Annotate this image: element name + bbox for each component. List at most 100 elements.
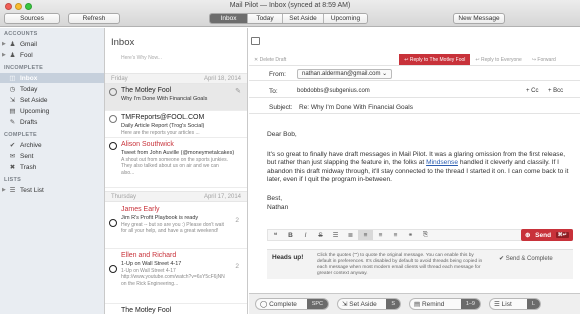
align-right-icon[interactable]: ≡: [388, 232, 403, 239]
chevron-down-icon: ⌄: [382, 71, 388, 77]
sidebar-item-gmail[interactable]: ▶ ♟ Gmail: [0, 39, 104, 49]
subject-field[interactable]: Re: Why I'm Done With Financial Goals: [299, 104, 413, 111]
clock-icon: ◷: [9, 86, 16, 93]
set-aside-icon: ⇲: [9, 97, 16, 104]
list-item-from: The Motley Fool: [121, 307, 172, 314]
list-button[interactable]: ☰ List L: [489, 298, 541, 310]
checkmark-icon: ✔: [9, 142, 16, 149]
sidebar-item-inbox[interactable]: ◫ Inbox: [0, 73, 104, 83]
complete-circle-icon[interactable]: [109, 142, 117, 150]
send-complete-checkbox[interactable]: ✔ Send & Complete: [499, 255, 553, 262]
reply-button[interactable]: ↩ Reply to The Motley Fool: [399, 54, 471, 65]
tab-inbox[interactable]: Inbox: [210, 14, 248, 23]
complete-circle-icon[interactable]: [109, 219, 117, 227]
sidebar-item-trash[interactable]: ✖ Trash: [0, 162, 104, 172]
sidebar-item-today[interactable]: ◷ Today: [0, 84, 104, 94]
tip-banner: Heads up! Click the quotes (“”) to quote…: [267, 249, 573, 279]
compose-pane: ✕ Delete Draft ↩ Reply to The Motley Foo…: [249, 28, 580, 314]
align-left-icon[interactable]: ≡: [358, 230, 373, 240]
numbered-list-icon[interactable]: ≣: [343, 231, 358, 239]
sidebar-item-upcoming[interactable]: ▤ Upcoming: [0, 106, 104, 116]
set-aside-button[interactable]: ⇲ Set Aside S: [337, 298, 401, 310]
tip-text: Click the quotes (“”) to quote the origi…: [317, 253, 483, 276]
to-field[interactable]: bobdobbs@subgenius.com: [297, 88, 370, 94]
sidebar-item-archive[interactable]: ✔ Archive: [0, 140, 104, 150]
new-message-button[interactable]: New Message: [453, 13, 505, 24]
inbox-icon: ◫: [9, 75, 16, 82]
shortcut-key: L: [526, 299, 540, 309]
list-item-preview: Hey great -- but so are you :) Please do…: [121, 222, 224, 235]
body-signoff[interactable]: Best,: [267, 195, 573, 203]
image-icon[interactable]: [251, 37, 260, 45]
add-cc-button[interactable]: + Cc: [526, 88, 539, 94]
refresh-button[interactable]: Refresh: [68, 13, 120, 24]
from-value: nathan.alderman@gmail.com: [302, 71, 381, 77]
sidebar-item-label: Archive: [20, 141, 42, 149]
sidebar-item-test-list[interactable]: ▶ ☰ Test List: [0, 185, 104, 195]
list-item[interactable]: Alison Southwick Tweet from John Auville…: [105, 138, 247, 188]
list-item[interactable]: The Motley Fool: [105, 304, 247, 314]
action-bar: ◯ Complete SPC ⇲ Set Aside S ▤ Remind 1–9 ☰…: [249, 293, 580, 314]
body-signature[interactable]: Nathan: [267, 204, 573, 212]
sent-icon: ✉: [9, 153, 16, 160]
list-item[interactable]: TMFReports@FOOL.COM Daily Article Report…: [105, 111, 247, 138]
send-button[interactable]: ⊕ Send ⌘↵: [521, 229, 573, 241]
from-select[interactable]: nathan.alderman@gmail.com ⌄: [297, 69, 393, 79]
date-header: Thursday April 17, 2014: [105, 191, 247, 202]
list-item[interactable]: The Motley Fool Why I'm Done With Financ…: [105, 84, 247, 111]
sidebar-item-label: Drafts: [20, 118, 38, 126]
strikethrough-icon[interactable]: S: [313, 232, 328, 239]
calendar-icon: ▤: [414, 301, 422, 308]
attachment-icon[interactable]: ⎘: [418, 231, 433, 239]
sidebar-item-fool[interactable]: ▶ ♟ Fool: [0, 50, 104, 60]
sidebar-item-label: Gmail: [20, 40, 37, 48]
body-paragraph[interactable]: It's so great to finally have draft mess…: [267, 151, 573, 185]
complete-circle-icon[interactable]: [109, 115, 117, 123]
send-icon: ⊕: [525, 232, 531, 239]
quote-icon[interactable]: ❝: [268, 231, 283, 239]
body-link[interactable]: Mindsense: [426, 159, 458, 166]
sidebar-item-label: Fool: [20, 51, 33, 59]
list-item-from: Ellen and Richard: [121, 252, 177, 259]
list-item[interactable]: Ellen and Richard 1-Up on Wall Street 4-…: [105, 249, 247, 304]
complete-circle-icon[interactable]: [109, 265, 117, 273]
bullet-list-icon[interactable]: ☰: [328, 231, 343, 239]
complete-button[interactable]: ◯ Complete SPC: [255, 298, 329, 310]
sidebar-item-set-aside[interactable]: ⇲ Set Aside: [0, 95, 104, 105]
list-item-subject: 1-Up on Wall Street 4-17: [121, 261, 182, 267]
remind-button[interactable]: ▤ Remind 1–9: [409, 298, 481, 310]
reply-all-button[interactable]: ↩ Reply to Everyone: [470, 54, 526, 65]
sidebar-item-sent[interactable]: ✉ Sent: [0, 151, 104, 161]
chevron-right-icon[interactable]: ▶: [2, 187, 6, 193]
subject-label: Subject:: [269, 104, 293, 111]
shortcut-key: SPC: [306, 299, 328, 309]
align-center-icon[interactable]: ≡: [373, 232, 388, 239]
complete-circle-icon[interactable]: [109, 88, 117, 96]
add-bcc-button[interactable]: + Bcc: [548, 88, 563, 94]
list-item[interactable]: James Early Jim R's Profit Playbook is r…: [105, 203, 247, 249]
sidebar-item-label: Upcoming: [20, 107, 50, 115]
forward-button[interactable]: ↪ Forward: [527, 54, 561, 65]
chevron-right-icon[interactable]: ▶: [2, 52, 6, 58]
window-title: Mail Pilot — Inbox (synced at 8:59 AM): [229, 2, 351, 9]
list-item-preview: 1-Up on Wall Street 4-17 http://www.yout…: [121, 268, 225, 287]
italic-icon[interactable]: I: [298, 232, 313, 239]
delete-draft-button[interactable]: ✕ Delete Draft: [249, 54, 291, 65]
body-greeting[interactable]: Dear Bob,: [267, 131, 573, 139]
tab-upcoming[interactable]: Upcoming: [324, 14, 367, 23]
chevron-right-icon[interactable]: ▶: [2, 41, 6, 47]
list-item-preview: A shout out from someone on the sports j…: [121, 157, 229, 176]
sources-button[interactable]: Sources: [4, 13, 60, 24]
pencil-icon: ✎: [9, 119, 16, 126]
bold-icon[interactable]: B: [283, 232, 298, 239]
inbox-title: Inbox: [111, 37, 135, 48]
sidebar-item-label: Set Aside: [20, 96, 48, 104]
tab-today[interactable]: Today: [248, 14, 283, 23]
check-circle-icon: ◯: [260, 301, 270, 308]
list-item-preview: Here's Why Now...: [121, 55, 162, 61]
link-icon[interactable]: ⚭: [403, 231, 418, 239]
sidebar-item-label: Inbox: [20, 74, 38, 82]
sidebar-item-drafts[interactable]: ✎ Drafts: [0, 117, 104, 127]
date-header-date: April 17, 2014: [203, 193, 241, 200]
tab-set-aside[interactable]: Set Aside: [283, 14, 324, 23]
